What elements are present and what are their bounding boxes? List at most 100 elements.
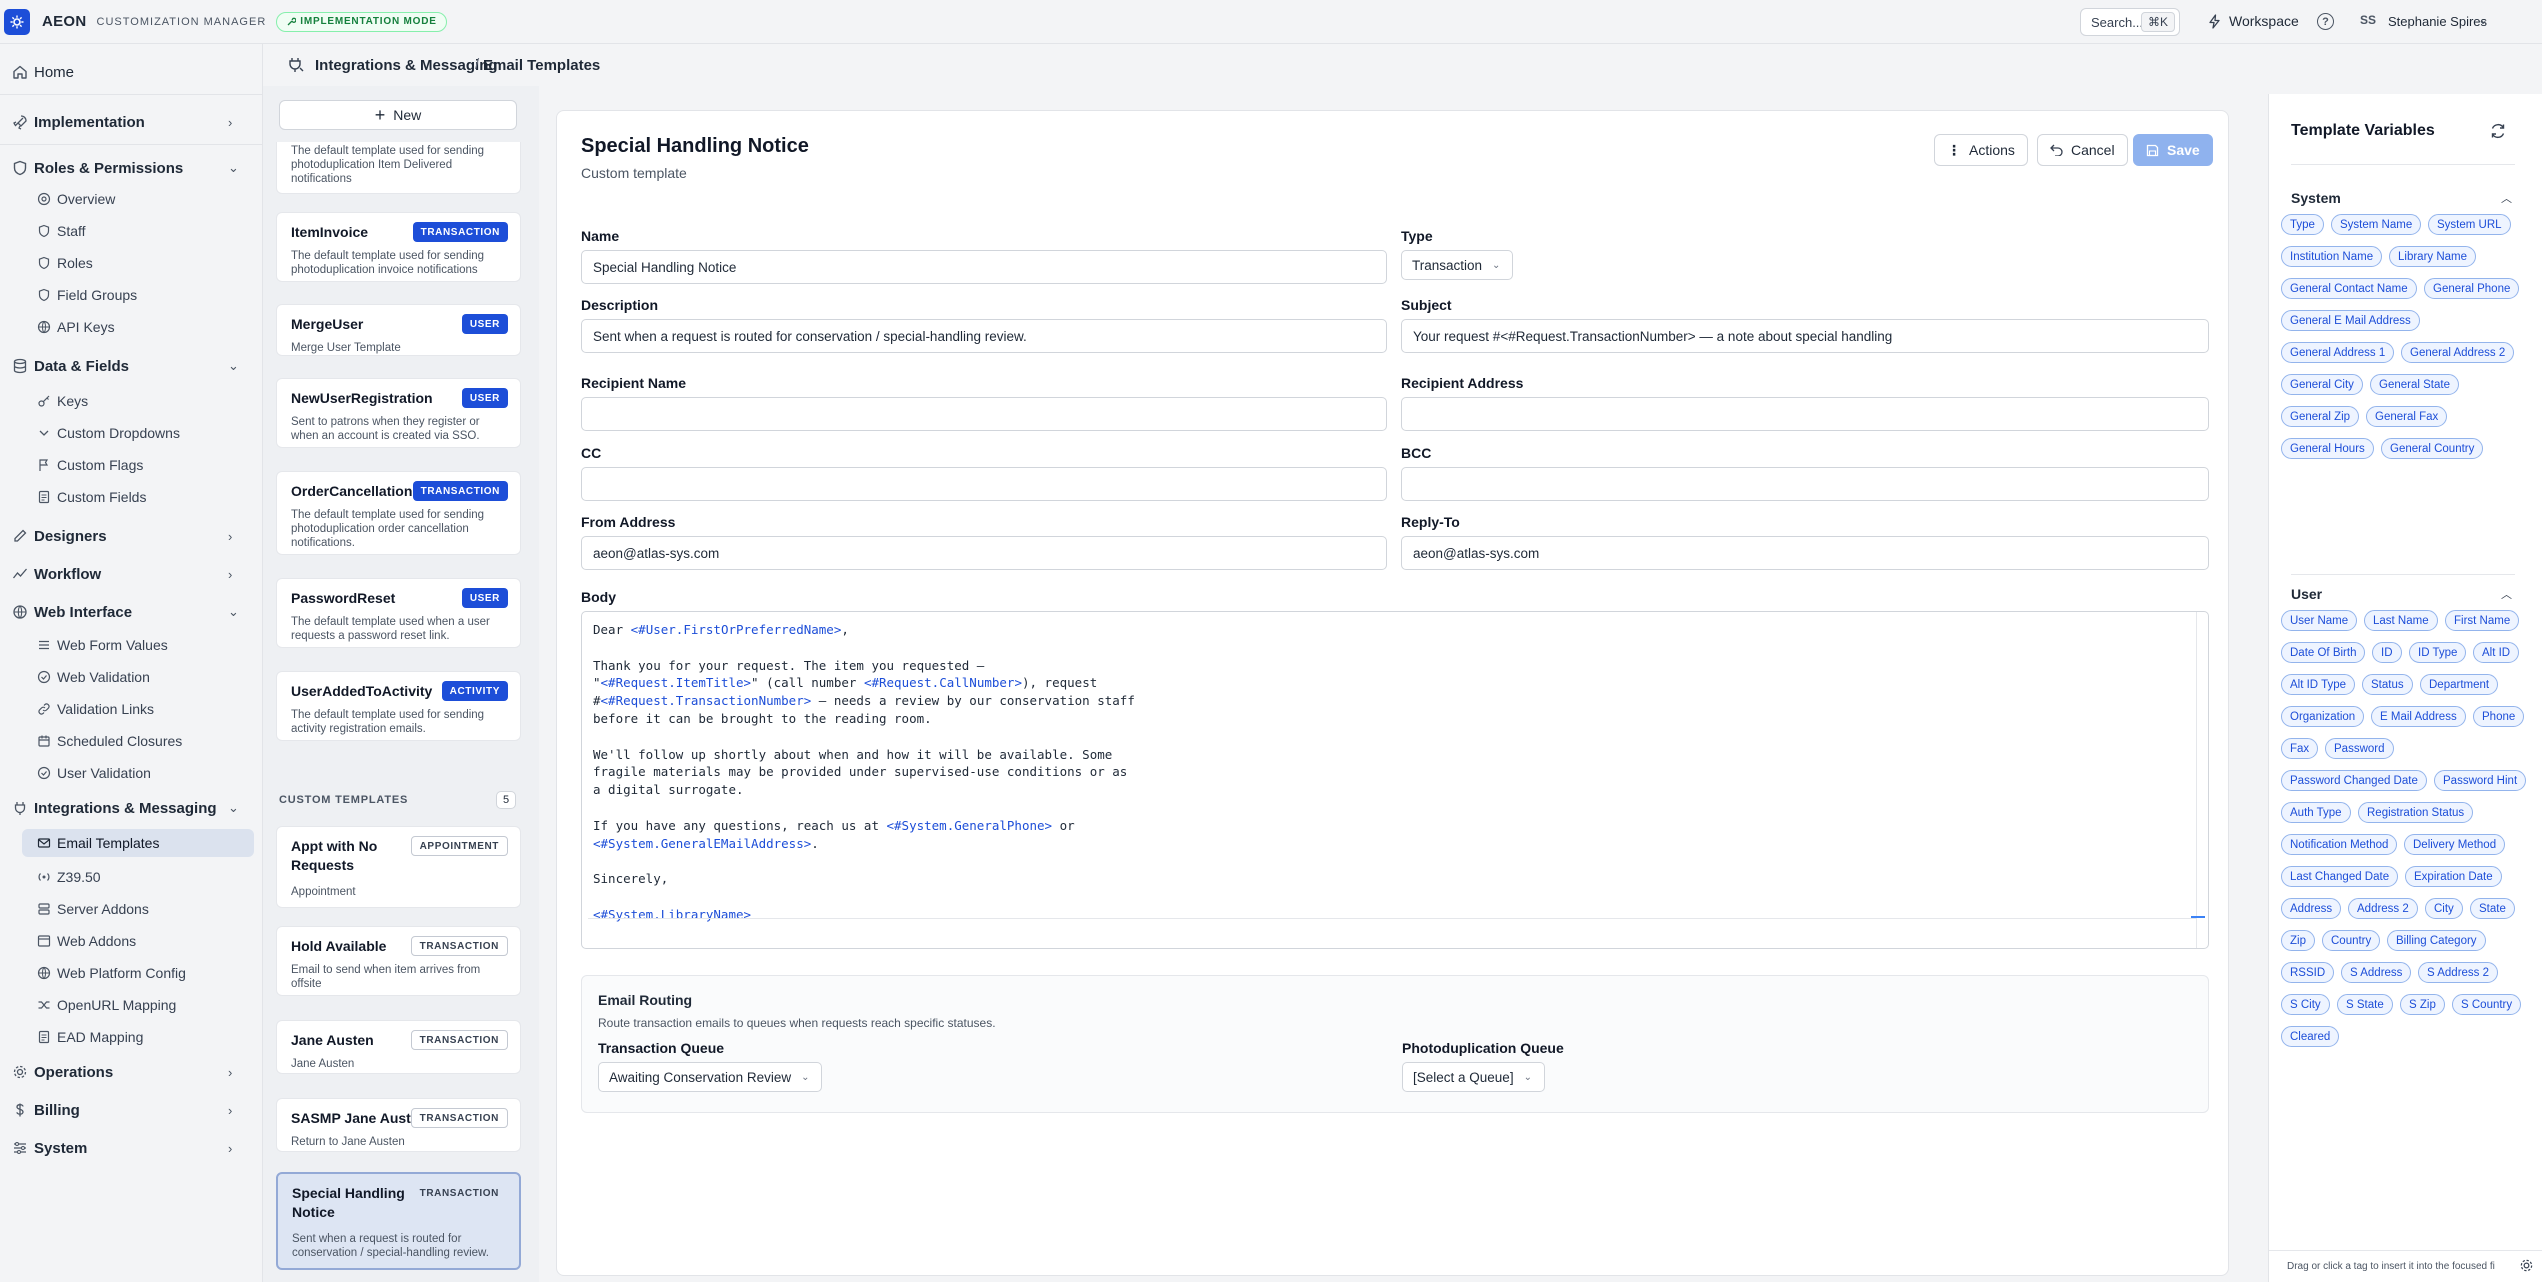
variable-tag[interactable]: Billing Category — [2387, 930, 2486, 951]
variable-tag[interactable]: General Address 1 — [2281, 342, 2395, 363]
nav-web-validation[interactable]: Web Validation — [0, 666, 263, 688]
nav-web-form-values[interactable]: Web Form Values — [0, 634, 263, 656]
variable-tag[interactable]: Delivery Method — [2404, 834, 2506, 855]
variable-tag[interactable]: User Name — [2281, 610, 2358, 631]
template-card[interactable]: SASMP Jane Austen TRANSACTION Return to … — [276, 1098, 521, 1152]
nav-integrations[interactable]: Integrations & Messaging ⌄ — [0, 796, 263, 820]
variable-tag[interactable]: Password — [2325, 738, 2394, 759]
resize-handle[interactable] — [2191, 916, 2205, 918]
workspace-button[interactable]: Workspace — [2208, 13, 2299, 29]
description-input[interactable]: Sent when a request is routed for conser… — [581, 319, 1387, 353]
variable-tag[interactable]: E Mail Address — [2371, 706, 2466, 727]
variable-tag[interactable]: Institution Name — [2281, 246, 2383, 267]
variable-tag[interactable]: Last Changed Date — [2281, 866, 2399, 887]
nav-email-templates[interactable]: Email Templates — [22, 829, 254, 857]
chevron-up-icon[interactable]: ︿ — [2501, 190, 2512, 206]
nav-home[interactable]: Home — [0, 60, 263, 84]
app-logo-icon[interactable] — [4, 8, 30, 35]
template-card[interactable]: OrderCancellation TRANSACTION The defaul… — [276, 471, 521, 555]
template-card[interactable]: Hold Available TRANSACTION Email to send… — [276, 926, 521, 996]
template-card-selected[interactable]: Special Handling Notice TRANSACTION Sent … — [276, 1172, 521, 1270]
variable-tag[interactable]: General Address 2 — [2401, 342, 2515, 363]
variable-tag[interactable]: S Country — [2452, 994, 2522, 1015]
gear-icon[interactable] — [2519, 1258, 2534, 1273]
user-group-title[interactable]: User — [2291, 586, 2322, 602]
nav-web-interface[interactable]: Web Interface ⌄ — [0, 600, 263, 624]
nav-overview[interactable]: Overview — [0, 188, 263, 210]
nav-web-platform-config[interactable]: Web Platform Config — [0, 962, 263, 984]
variable-tag[interactable]: ID — [2372, 642, 2402, 663]
template-card[interactable]: MergeUser USER Merge User Template — [276, 304, 521, 356]
variable-tag[interactable]: Alt ID — [2473, 642, 2520, 663]
nav-designers[interactable]: Designers › — [0, 524, 263, 548]
nav-implementation[interactable]: Implementation › — [0, 110, 263, 134]
from-address-input[interactable]: aeon@atlas-sys.com — [581, 536, 1387, 570]
variable-tag[interactable]: Notification Method — [2281, 834, 2398, 855]
nav-workflow[interactable]: Workflow › — [0, 562, 263, 586]
variable-tag[interactable]: First Name — [2445, 610, 2520, 631]
nav-billing[interactable]: Billing › — [0, 1098, 263, 1122]
variable-tag[interactable]: Zip — [2281, 930, 2315, 951]
nav-custom-dropdowns[interactable]: Custom Dropdowns — [0, 422, 263, 444]
variable-tag[interactable]: State — [2470, 898, 2515, 919]
variable-tag[interactable]: S Address — [2341, 962, 2412, 983]
cancel-button[interactable]: Cancel — [2037, 134, 2128, 166]
template-card[interactable]: The default template used for sending pho… — [276, 142, 521, 194]
variable-tag[interactable]: General Hours — [2281, 438, 2374, 459]
variable-tag[interactable]: General Phone — [2424, 278, 2520, 299]
variable-tag[interactable]: Organization — [2281, 706, 2365, 727]
variable-tag[interactable]: General Contact Name — [2281, 278, 2417, 299]
photoduplication-queue-select[interactable]: [Select a Queue] ⌄ — [1402, 1062, 1545, 1092]
reply-to-input[interactable]: aeon@atlas-sys.com — [1401, 536, 2209, 570]
template-card[interactable]: NewUserRegistration USER Sent to patrons… — [276, 378, 521, 448]
variable-tag[interactable]: Registration Status — [2358, 802, 2474, 823]
nav-openurl-mapping[interactable]: OpenURL Mapping — [0, 994, 263, 1016]
variable-tag[interactable]: Password Changed Date — [2281, 770, 2427, 791]
breadcrumb-section[interactable]: Integrations & Messaging — [315, 57, 498, 74]
variable-tag[interactable]: Alt ID Type — [2281, 674, 2356, 695]
cc-input[interactable] — [581, 467, 1387, 501]
variable-tag[interactable]: RSSID — [2281, 962, 2335, 983]
actions-button[interactable]: ⋮ Actions — [1934, 134, 2028, 166]
variable-tag[interactable]: System URL — [2428, 214, 2511, 235]
variable-tag[interactable]: Last Name — [2364, 610, 2438, 631]
variable-tag[interactable]: General City — [2281, 374, 2363, 395]
variable-tag[interactable]: Auth Type — [2281, 802, 2351, 823]
nav-scheduled-closures[interactable]: Scheduled Closures — [0, 730, 263, 752]
variable-tag[interactable]: Password Hint — [2434, 770, 2527, 791]
save-button[interactable]: Save — [2133, 134, 2213, 166]
variable-tag[interactable]: General Zip — [2281, 406, 2360, 427]
nav-z3950[interactable]: Z39.50 — [0, 866, 263, 888]
name-input[interactable]: Special Handling Notice — [581, 250, 1387, 284]
transaction-queue-select[interactable]: Awaiting Conservation Review ⌄ — [598, 1062, 823, 1092]
new-template-button[interactable]: + New — [279, 100, 517, 130]
variable-tag[interactable]: City — [2425, 898, 2463, 919]
variable-tag[interactable]: General Country — [2381, 438, 2484, 459]
bcc-input[interactable] — [1401, 467, 2209, 501]
nav-ead-mapping[interactable]: EAD Mapping — [0, 1026, 263, 1048]
chevron-down-icon[interactable]: ⌄ — [2478, 13, 2488, 27]
nav-roles-item[interactable]: Roles — [0, 252, 263, 274]
variable-tag[interactable]: S Address 2 — [2418, 962, 2499, 983]
chevron-up-icon[interactable]: ︿ — [2501, 586, 2512, 602]
body-scrollbar[interactable] — [2196, 612, 2208, 948]
variable-tag[interactable]: S City — [2281, 994, 2330, 1015]
variable-tag[interactable]: Country — [2322, 930, 2381, 951]
nav-user-validation[interactable]: User Validation — [0, 762, 263, 784]
user-name[interactable]: Stephanie Spires — [2388, 14, 2487, 29]
nav-api-keys[interactable]: API Keys — [0, 316, 263, 338]
search-button[interactable]: Search... ⌘K — [2080, 8, 2180, 36]
variable-tag[interactable]: General Fax — [2366, 406, 2448, 427]
system-group-title[interactable]: System — [2291, 190, 2341, 206]
variable-tag[interactable]: General State — [2370, 374, 2459, 395]
nav-custom-flags[interactable]: Custom Flags — [0, 454, 263, 476]
template-card[interactable]: UserAddedToActivity ACTIVITY The default… — [276, 671, 521, 741]
variable-tag[interactable]: Library Name — [2389, 246, 2477, 267]
variable-tag[interactable]: Type — [2281, 214, 2324, 235]
variable-tag[interactable]: Cleared — [2281, 1026, 2340, 1047]
template-card[interactable]: Jane Austen TRANSACTION Jane Austen — [276, 1020, 521, 1074]
nav-server-addons[interactable]: Server Addons — [0, 898, 263, 920]
variable-tag[interactable]: ID Type — [2409, 642, 2467, 663]
variable-tag[interactable]: Department — [2420, 674, 2499, 695]
nav-field-groups[interactable]: Field Groups — [0, 284, 263, 306]
